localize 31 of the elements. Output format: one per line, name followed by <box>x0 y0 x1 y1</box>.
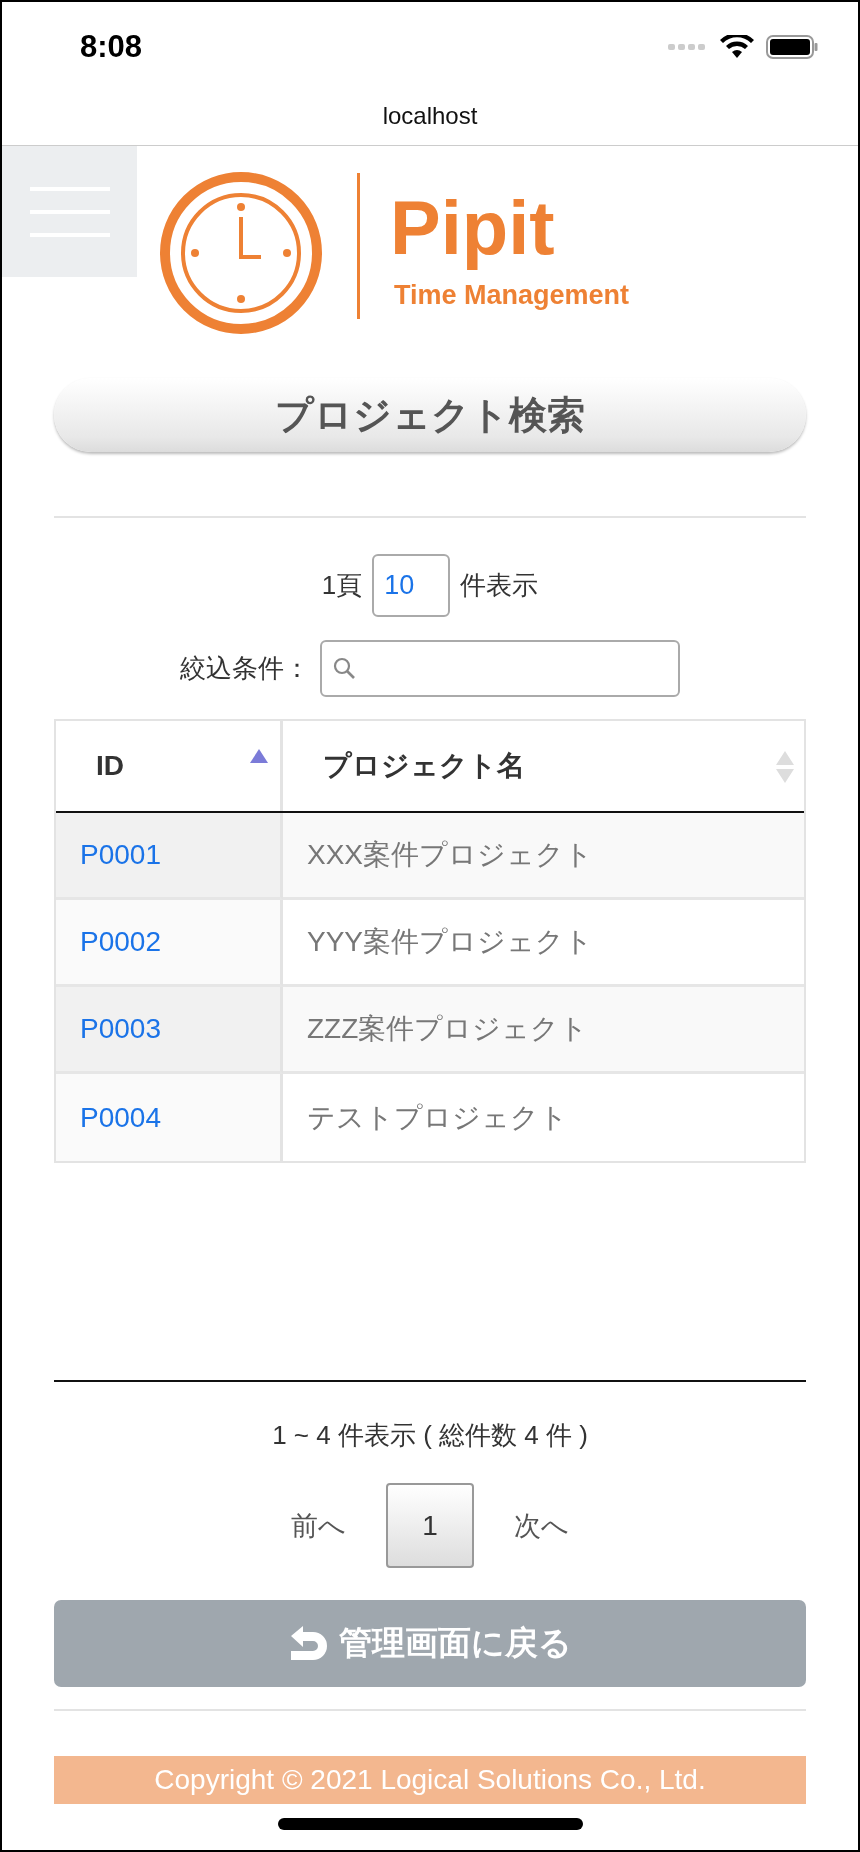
copyright-footer: Copyright © 2021 Logical Solutions Co., Ltd. <box>54 1756 806 1804</box>
id-link[interactable]: P0002 <box>56 900 283 987</box>
clock-time: 8:08 <box>80 29 143 65</box>
id-link[interactable]: P0004 <box>56 1074 283 1161</box>
column-header-label: プロジェクト名 <box>323 749 525 783</box>
next-link[interactable]: 次へ <box>514 1507 569 1544</box>
logo-name: Pipit <box>390 186 556 270</box>
page-title: プロジェクト検索 <box>54 378 806 452</box>
menu-button[interactable] <box>2 146 137 277</box>
signal-icon <box>668 43 708 51</box>
id-link[interactable]: P0003 <box>56 987 283 1074</box>
page-length-label: 件表示 <box>460 569 539 602</box>
column-header[interactable]: プロジェクト名 <box>283 721 804 811</box>
filter-label: 絞込条件： <box>180 652 310 685</box>
column-header-label: ID <box>96 750 124 782</box>
previous-link[interactable]: 前へ <box>291 1507 346 1544</box>
return-arrow-icon <box>288 1625 329 1662</box>
battery-icon <box>766 35 818 59</box>
back-button[interactable]: 管理画面に戻る <box>54 1600 806 1687</box>
page-length-label: 1頁 <box>321 569 363 602</box>
page-button[interactable]: 1 <box>386 1483 474 1568</box>
result-summary: 1 ~ 4 件表示 ( 総件数 4 件 ) <box>271 1419 589 1452</box>
table-cell: ZZZ案件プロジェクト <box>283 987 804 1074</box>
search-icon <box>332 656 356 680</box>
clock-logo-icon <box>159 171 323 335</box>
search-field[interactable] <box>320 640 680 697</box>
page-length-field[interactable]: 10 <box>372 554 451 617</box>
logo-tagline: Time Management <box>394 280 630 311</box>
wifi-icon <box>720 35 754 59</box>
id-link[interactable]: P0001 <box>56 813 283 900</box>
table-cell: XXX案件プロジェクト <box>283 813 804 900</box>
